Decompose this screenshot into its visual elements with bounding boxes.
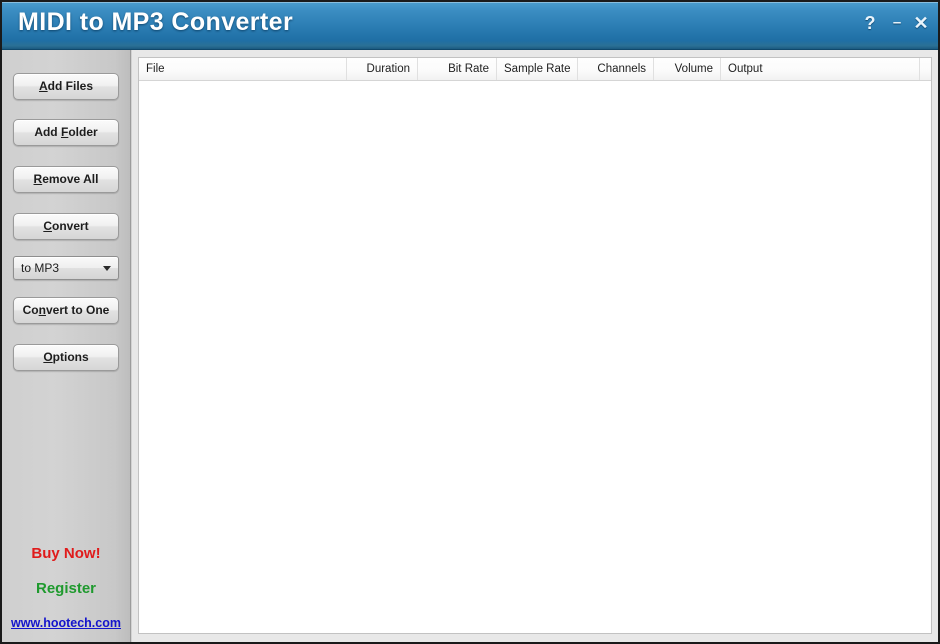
add-folder-label-post: older: [68, 125, 98, 139]
remove-all-button[interactable]: Remove All: [13, 166, 119, 193]
close-button[interactable]: ✕: [910, 12, 932, 34]
convert-to-one-label-mnemonic: n: [38, 303, 46, 317]
file-list-header: File Duration Bit Rate Sample Rate Channels V…: [139, 58, 931, 81]
sidebar: Add Files Add Folder Remove All Convert …: [2, 50, 131, 642]
options-label-post: ptions: [52, 350, 89, 364]
column-header-channels[interactable]: Channels: [578, 58, 654, 80]
column-header-bit-rate[interactable]: Bit Rate: [418, 58, 497, 80]
chevron-down-icon: [103, 266, 111, 271]
column-header-file[interactable]: File: [139, 58, 347, 80]
add-files-label-post: dd Files: [47, 79, 93, 93]
convert-to-one-button[interactable]: Convert to One: [13, 297, 119, 324]
remove-all-label-mnemonic: R: [33, 172, 43, 186]
convert-to-one-label-post: vert to One: [45, 303, 110, 317]
options-button[interactable]: Options: [13, 344, 119, 371]
column-header-output[interactable]: Output: [721, 58, 920, 80]
app-window: MIDI to MP3 Converter ? – ✕ Add Files Ad…: [0, 0, 940, 644]
add-files-button[interactable]: Add Files: [13, 73, 119, 100]
website-link[interactable]: www.hootech.com: [2, 616, 130, 630]
add-folder-button[interactable]: Add Folder: [13, 119, 119, 146]
buy-now-link[interactable]: Buy Now!: [2, 545, 130, 562]
file-list-body[interactable]: [139, 81, 931, 633]
file-list[interactable]: File Duration Bit Rate Sample Rate Channels V…: [138, 57, 932, 634]
convert-label-mnemonic: C: [43, 219, 52, 233]
help-button[interactable]: ?: [859, 12, 881, 34]
convert-label-post: onvert: [51, 219, 89, 233]
register-link[interactable]: Register: [2, 580, 130, 597]
remove-all-label-post: emove All: [42, 172, 99, 186]
output-format-value: to MP3: [21, 261, 60, 275]
column-header-extra[interactable]: [920, 58, 931, 80]
column-header-sample-rate[interactable]: Sample Rate: [497, 58, 578, 80]
output-format-select[interactable]: to MP3: [13, 256, 119, 280]
app-title: MIDI to MP3 Converter: [18, 8, 294, 36]
column-header-duration[interactable]: Duration: [347, 58, 418, 80]
add-files-label-mnemonic: A: [38, 79, 48, 93]
options-label-mnemonic: O: [43, 350, 53, 364]
add-folder-label-pre: Add: [34, 125, 61, 139]
convert-to-one-label-pre: Co: [22, 303, 39, 317]
minimize-button[interactable]: –: [886, 12, 908, 34]
convert-button[interactable]: Convert: [13, 213, 119, 240]
main-panel: File Duration Bit Rate Sample Rate Channels V…: [132, 50, 938, 642]
title-bar: MIDI to MP3 Converter ? – ✕: [2, 2, 938, 50]
column-header-volume[interactable]: Volume: [654, 58, 721, 80]
